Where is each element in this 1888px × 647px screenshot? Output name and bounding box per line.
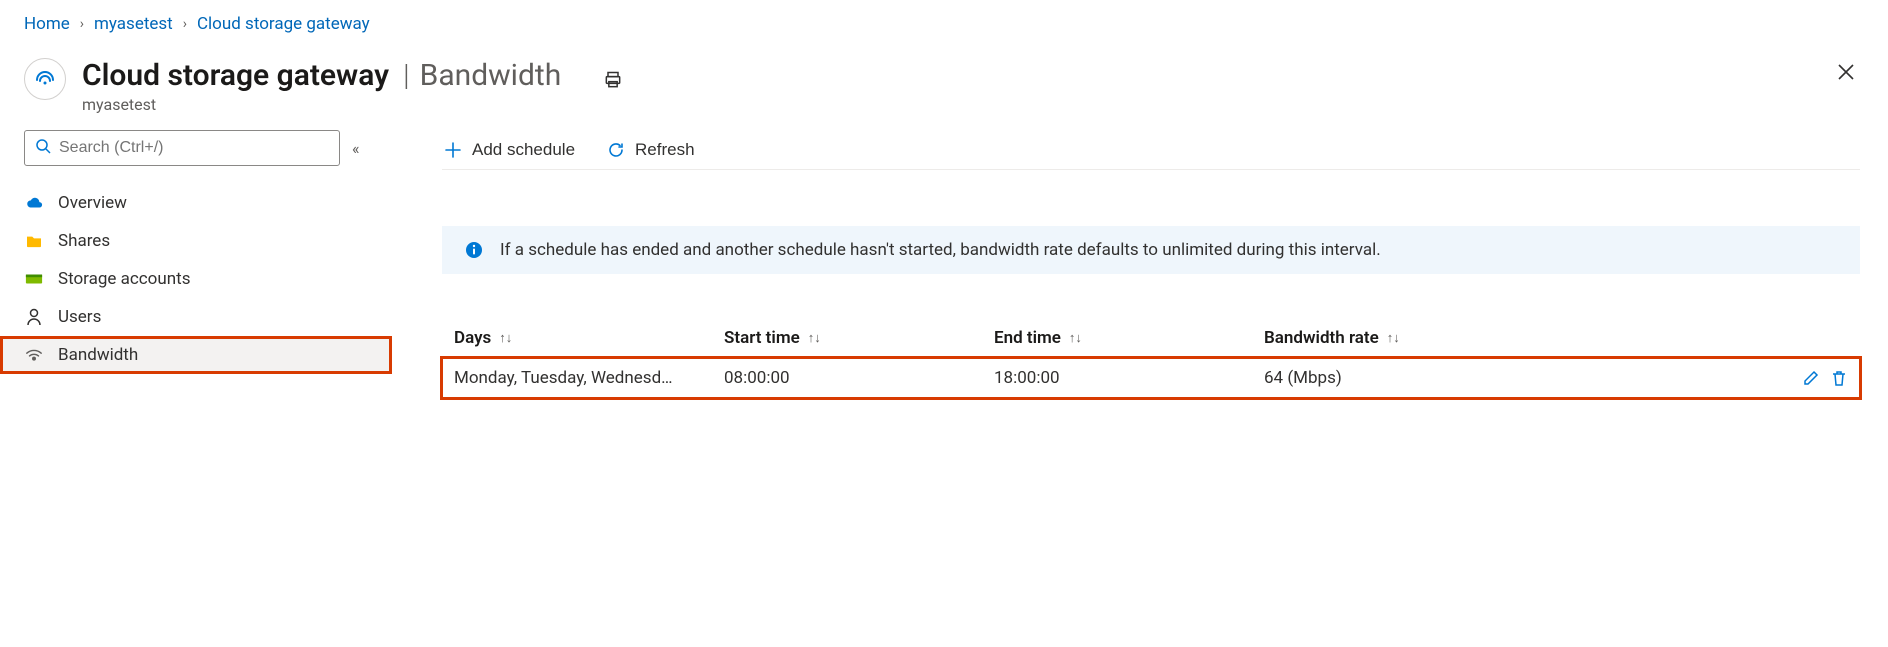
edit-button[interactable] [1802,369,1820,387]
breadcrumb-home[interactable]: Home [24,14,70,34]
cell-days: Monday, Tuesday, Wednesd… [454,368,724,388]
column-label: Days [454,328,491,348]
sidebar-item-users[interactable]: Users [0,298,392,336]
sidebar-item-label: Users [58,307,101,327]
cell-end-time: 18:00:00 [994,368,1264,388]
content-area: Add schedule Refresh If a schedule has e… [392,122,1888,398]
sidebar-item-label: Storage accounts [58,269,190,289]
column-header-days[interactable]: Days ↑↓ [454,328,724,348]
sort-icon: ↑↓ [1069,330,1082,346]
sidebar-item-shares[interactable]: Shares [0,222,392,260]
folder-icon [24,234,44,248]
refresh-icon [607,141,625,159]
sort-icon: ↑↓ [808,330,821,346]
toolbar: Add schedule Refresh [442,130,1860,170]
sidebar-item-label: Shares [58,231,110,251]
chevron-right-icon: › [183,16,187,32]
page-title: Cloud storage gateway [82,58,389,93]
sort-icon: ↑↓ [1387,330,1400,346]
sidebar: « Overview Shares Storage accounts [24,122,392,398]
collapse-sidebar-button[interactable]: « [352,139,360,158]
cloud-icon [24,196,44,210]
cell-start-time: 08:00:00 [724,368,994,388]
table-row[interactable]: Monday, Tuesday, Wednesd… 08:00:00 18:00… [442,358,1860,398]
sidebar-item-bandwidth[interactable]: Bandwidth [0,336,392,374]
column-label: Bandwidth rate [1264,328,1379,348]
sidebar-nav: Overview Shares Storage accounts Users [0,184,392,374]
person-icon [24,308,44,326]
page-header: Cloud storage gateway | Bandwidth myaset… [0,40,1888,122]
breadcrumb-resource[interactable]: myasetest [94,14,173,34]
print-icon[interactable] [603,70,623,90]
refresh-label: Refresh [635,140,695,160]
gateway-icon [24,58,66,100]
info-icon [464,240,484,260]
sort-icon: ↑↓ [499,330,512,346]
table-header: Days ↑↓ Start time ↑↓ End time ↑↓ Bandwi… [442,318,1860,358]
page-subtitle: myasetest [82,95,623,114]
search-icon [35,138,51,158]
cell-bandwidth-rate: 64 (Mbps) [1264,368,1768,388]
breadcrumb: Home › myasetest › Cloud storage gateway [0,0,1888,40]
sidebar-item-storage-accounts[interactable]: Storage accounts [0,260,392,298]
add-schedule-label: Add schedule [472,140,575,160]
search-box[interactable] [24,130,340,166]
breadcrumb-page[interactable]: Cloud storage gateway [197,14,370,34]
column-header-start-time[interactable]: Start time ↑↓ [724,328,994,348]
plus-icon [444,141,462,159]
column-header-end-time[interactable]: End time ↑↓ [994,328,1264,348]
info-banner: If a schedule has ended and another sche… [442,226,1860,274]
sidebar-item-label: Overview [58,193,127,213]
page-section: Bandwidth [420,58,562,93]
sidebar-item-label: Bandwidth [58,345,138,365]
column-label: End time [994,328,1061,348]
refresh-button[interactable]: Refresh [605,136,697,164]
sidebar-item-overview[interactable]: Overview [0,184,392,222]
chevron-right-icon: › [80,16,84,32]
close-button[interactable] [1832,58,1860,86]
info-banner-text: If a schedule has ended and another sche… [500,240,1381,260]
title-separator: | [395,58,414,93]
delete-button[interactable] [1830,369,1848,387]
column-header-bandwidth-rate[interactable]: Bandwidth rate ↑↓ [1264,328,1768,348]
search-input[interactable] [59,139,329,157]
column-label: Start time [724,328,800,348]
add-schedule-button[interactable]: Add schedule [442,136,577,164]
wifi-icon [24,348,44,362]
schedule-table: Days ↑↓ Start time ↑↓ End time ↑↓ Bandwi… [442,318,1860,398]
storage-icon [24,272,44,286]
